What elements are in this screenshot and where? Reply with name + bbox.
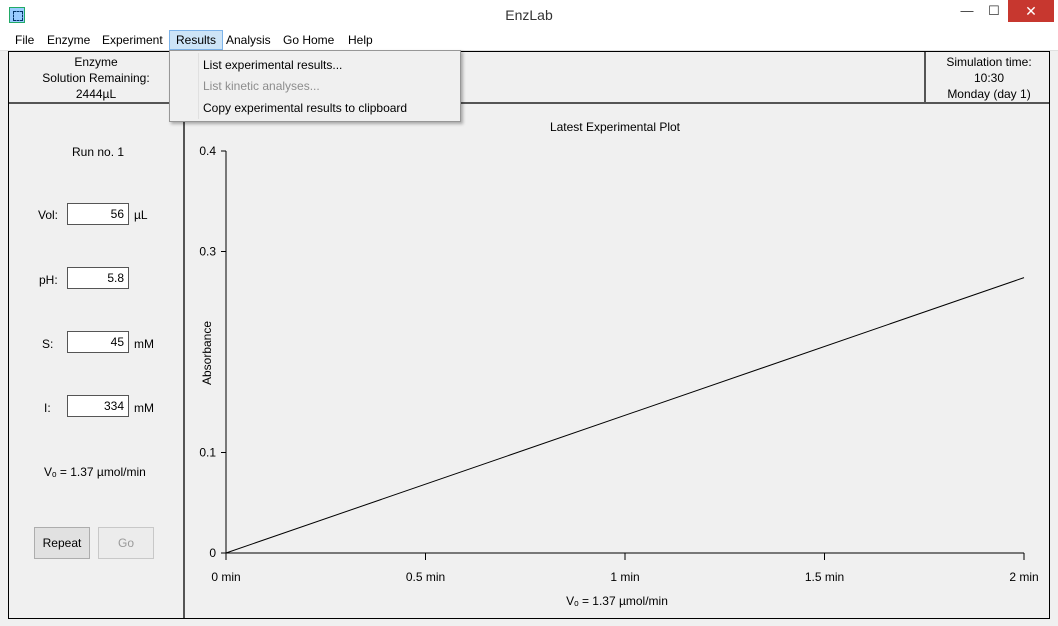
ph-input[interactable]: 5.8 bbox=[67, 267, 129, 289]
results-dropdown-menu: List experimental results... List kineti… bbox=[169, 50, 461, 122]
menu-enzyme[interactable]: Enzyme bbox=[41, 30, 96, 50]
y-tick-label: 0 bbox=[209, 546, 216, 560]
x-axis-label: Vₒ = 1.37 µmol/min bbox=[566, 594, 668, 608]
substrate-label: S: bbox=[42, 337, 54, 351]
menu-bar: File Enzyme Experiment Results Analysis … bbox=[0, 30, 1058, 51]
ph-label: pH: bbox=[39, 273, 58, 287]
menu-results[interactable]: Results bbox=[169, 30, 224, 50]
menu-experiment[interactable]: Experiment bbox=[96, 30, 169, 50]
vol-unit: µL bbox=[134, 208, 148, 222]
y-tick-label: 0.3 bbox=[199, 245, 216, 259]
substrate-unit: mM bbox=[134, 337, 154, 351]
y-tick-label: 0.4 bbox=[199, 144, 216, 158]
absorbance-line bbox=[225, 277, 1025, 554]
enzyme-amount: 2444µL bbox=[75, 87, 117, 101]
plot-axes: 0 0.1 0.3 0.4 0 min 0.5 min 1 min 1.5 min 2 min bbox=[199, 144, 1038, 584]
enzyme-remaining-panel: Enzyme Solution Remaining: 2444µL bbox=[10, 52, 184, 102]
plot-series bbox=[225, 277, 1025, 554]
x-tick-label: 1 min bbox=[610, 570, 639, 584]
menu-list-kinetic-analyses[interactable]: List kinetic analyses... bbox=[203, 76, 320, 96]
run-number: Run no. 1 bbox=[72, 145, 125, 159]
substrate-input[interactable]: 45 bbox=[67, 331, 129, 353]
simulation-time-panel: Simulation time: 10:30 Monday (day 1) bbox=[924, 52, 1052, 102]
repeat-button[interactable]: Repeat bbox=[34, 527, 90, 559]
menu-separator bbox=[198, 53, 199, 119]
x-tick-label: 0 min bbox=[211, 570, 240, 584]
plot-title: Latest Experimental Plot bbox=[550, 120, 681, 134]
inhibitor-label: I: bbox=[44, 401, 51, 415]
title-bar: EnzLab — ☐ ✕ bbox=[0, 0, 1058, 30]
minimize-button[interactable]: — bbox=[952, 0, 982, 22]
vol-label: Vol: bbox=[38, 208, 59, 222]
go-button[interactable]: Go bbox=[98, 527, 154, 559]
vo-readout: Vₒ = 1.37 µmol/min bbox=[44, 465, 146, 479]
experimental-plot: Latest Experimental Plot Absorbance Vₒ =… bbox=[185, 103, 1049, 618]
simulation-day: Monday (day 1) bbox=[947, 87, 1031, 101]
inhibitor-unit: mM bbox=[134, 401, 154, 415]
enzyme-label: Enzyme bbox=[74, 55, 118, 69]
x-tick-label: 1.5 min bbox=[805, 570, 844, 584]
simulation-time-value: 10:30 bbox=[973, 71, 1005, 85]
menu-copy-results-clipboard[interactable]: Copy experimental results to clipboard bbox=[203, 98, 407, 118]
x-tick-label: 2 min bbox=[1009, 570, 1038, 584]
maximize-button[interactable]: ☐ bbox=[980, 0, 1008, 22]
inhibitor-input[interactable]: 334 bbox=[67, 395, 129, 417]
enzyme-solution-label: Solution Remaining: bbox=[42, 71, 150, 85]
vol-input[interactable]: 56 bbox=[67, 203, 129, 225]
simulation-time-label: Simulation time: bbox=[946, 55, 1032, 69]
menu-list-experimental-results[interactable]: List experimental results... bbox=[203, 55, 342, 75]
x-tick-label: 0.5 min bbox=[406, 570, 445, 584]
close-button[interactable]: ✕ bbox=[1008, 0, 1054, 22]
window-title: EnzLab bbox=[505, 7, 553, 23]
y-axis-label: Absorbance bbox=[200, 321, 214, 385]
menu-analysis[interactable]: Analysis bbox=[220, 30, 277, 50]
menu-go-home[interactable]: Go Home bbox=[277, 30, 340, 50]
y-tick-label: 0.1 bbox=[199, 446, 216, 460]
menu-help[interactable]: Help bbox=[342, 30, 379, 50]
plot-canvas: Latest Experimental Plot Absorbance Vₒ =… bbox=[199, 120, 1038, 608]
menu-file[interactable]: File bbox=[9, 30, 40, 50]
